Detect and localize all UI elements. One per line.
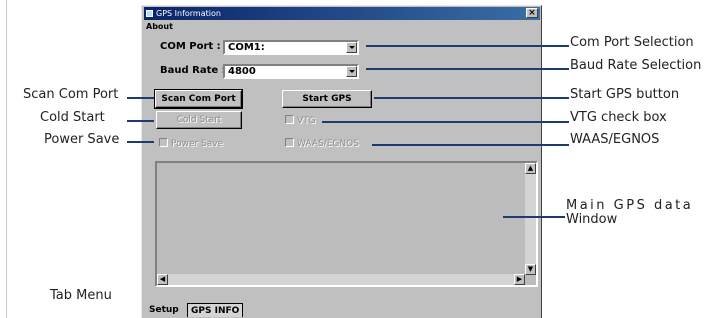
- annotation-tab-menu: Tab Menu: [50, 288, 112, 303]
- scroll-left-button[interactable]: ◀: [157, 274, 168, 285]
- baud-rate-value: 4800: [228, 66, 256, 77]
- waas-egnos-checkbox-label: WAAS/EGNOS: [297, 139, 359, 149]
- annotation-power-save: Power Save: [44, 132, 120, 147]
- com-port-label: COM Port :: [160, 41, 221, 52]
- leader-line-start-gps: [374, 97, 569, 99]
- vtg-checkbox[interactable]: VTG: [285, 115, 316, 126]
- scroll-down-button[interactable]: ▼: [525, 264, 536, 275]
- waas-egnos-checkbox[interactable]: WAAS/EGNOS: [285, 138, 359, 149]
- leader-line-vtg: [322, 121, 569, 123]
- checkbox-box[interactable]: [285, 115, 294, 124]
- main-gps-data-window[interactable]: ▲ ▼ ◀ ▶: [155, 161, 538, 287]
- scroll-up-button[interactable]: ▲: [525, 163, 536, 174]
- app-icon: [146, 10, 153, 17]
- vertical-scrollbar[interactable]: ▲ ▼: [525, 163, 536, 275]
- close-button[interactable]: ×: [526, 8, 538, 18]
- chevron-down-icon[interactable]: [346, 66, 357, 77]
- leader-line-scan-com-port: [127, 97, 154, 99]
- leader-line-com-port: [366, 45, 569, 47]
- baud-rate-label: Baud Rate :: [160, 65, 226, 76]
- annotation-main-gps-window: Window: [566, 212, 618, 227]
- annotation-baud-rate-selection: Baud Rate Selection: [570, 58, 702, 73]
- title-bar[interactable]: GPS Information ×: [144, 7, 540, 20]
- leader-line-baud-rate: [366, 68, 569, 70]
- leader-line-waas-egnos: [372, 144, 569, 146]
- baud-rate-select[interactable]: 4800: [223, 64, 359, 79]
- annotation-cold-start: Cold Start: [40, 110, 105, 125]
- vtg-checkbox-label: VTG: [297, 116, 316, 126]
- tab-gps-info[interactable]: GPS INFO: [187, 303, 244, 317]
- start-gps-button[interactable]: Start GPS: [282, 90, 372, 108]
- checkbox-box[interactable]: [285, 138, 294, 147]
- com-port-select[interactable]: COM1:: [223, 40, 359, 55]
- horizontal-scrollbar[interactable]: ◀ ▶: [157, 274, 525, 285]
- page-margin-line: [6, 0, 7, 318]
- leader-line-main-gps: [503, 216, 565, 218]
- leader-line-cold-start: [127, 120, 154, 122]
- chevron-down-icon[interactable]: [346, 42, 357, 53]
- annotation-start-gps-button: Start GPS button: [570, 87, 680, 102]
- leader-line-power-save: [127, 141, 154, 143]
- checkbox-box[interactable]: [159, 138, 168, 147]
- window-title: GPS Information: [156, 9, 221, 18]
- cold-start-button[interactable]: Cold Start: [156, 111, 242, 129]
- com-port-value: COM1:: [228, 42, 265, 53]
- tab-setup[interactable]: Setup: [146, 303, 182, 317]
- annotation-scan-com-port: Scan Com Port: [23, 87, 119, 102]
- gps-information-window: GPS Information × About COM Port : COM1:…: [141, 5, 542, 318]
- annotation-main-gps-data: Main GPS data: [566, 198, 694, 213]
- scan-com-port-button[interactable]: Scan Com Port: [154, 89, 243, 109]
- annotation-waas-egnos: WAAS/EGNOS: [570, 132, 660, 147]
- scroll-right-button[interactable]: ▶: [514, 274, 525, 285]
- menu-about[interactable]: About: [146, 22, 173, 31]
- power-save-checkbox[interactable]: Power Save: [159, 138, 223, 149]
- annotation-vtg-check-box: VTG check box: [570, 110, 667, 125]
- annotation-com-port-selection: Com Port Selection: [570, 35, 694, 50]
- power-save-checkbox-label: Power Save: [171, 139, 224, 149]
